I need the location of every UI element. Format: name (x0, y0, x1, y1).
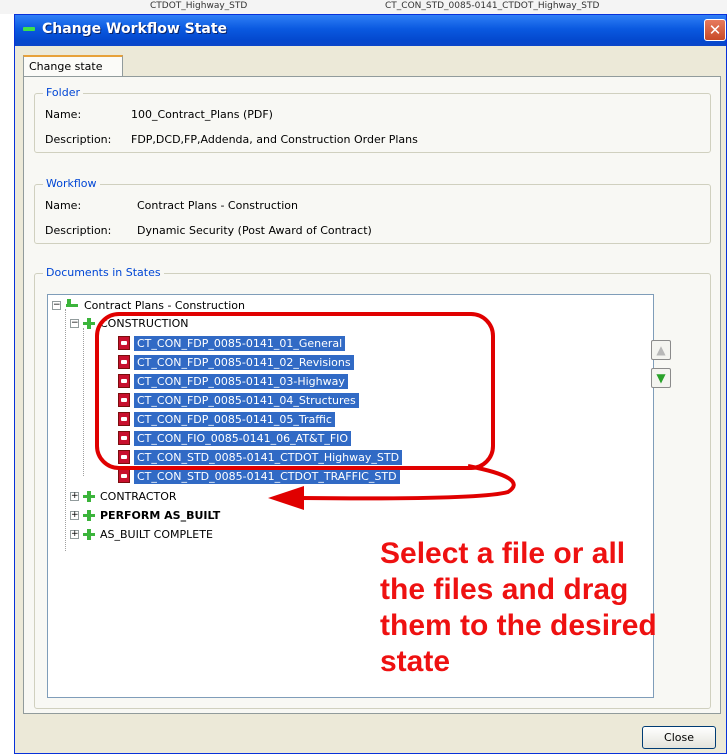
workflow-group-label: Workflow (43, 177, 100, 190)
tree-connector (65, 309, 66, 551)
document-label: CT_CON_STD_0085-0141_CTDOT_TRAFFIC_STD (134, 468, 400, 484)
move-up-button[interactable]: ▲ (651, 340, 671, 360)
tree-node-state-as-built-complete[interactable]: + AS_BUILT COMPLETE (70, 525, 213, 543)
folder-description-label: Description: (45, 133, 112, 146)
workflow-group: Workflow Name: Contract Plans - Construc… (34, 177, 711, 244)
folder-name-value: 100_Contract_Plans (PDF) (131, 108, 273, 121)
expand-icon[interactable]: + (70, 510, 79, 520)
dialog-title: Change Workflow State (42, 21, 228, 37)
documents-group-label: Documents in States (43, 266, 164, 279)
folder-group-label: Folder (43, 86, 83, 99)
selection-callout-outline (95, 312, 495, 470)
move-down-button[interactable]: ▼ (651, 368, 671, 388)
close-window-icon[interactable]: ✕ (704, 19, 726, 41)
folder-description-value: FDP,DCD,FP,Addenda, and Construction Ord… (131, 133, 418, 146)
instruction-line: state (380, 645, 451, 678)
workflow-description-label: Description: (45, 224, 112, 237)
title-bar[interactable]: Change Workflow State ✕ (15, 15, 726, 46)
collapse-icon[interactable]: − (52, 300, 61, 310)
instruction-line: Select a file or all (380, 537, 626, 570)
state-icon (83, 509, 95, 521)
folder-group: Folder Name: 100_Contract_Plans (PDF) De… (34, 86, 711, 153)
pdf-file-icon (118, 469, 130, 483)
instruction-annotation: Select a file or all the files and drag … (380, 536, 710, 680)
tab-change-state[interactable]: Change state (23, 55, 123, 77)
expand-icon[interactable]: + (70, 491, 79, 501)
workflow-app-icon (23, 27, 35, 31)
close-button[interactable]: Close (642, 726, 716, 749)
collapse-icon[interactable]: − (70, 318, 79, 328)
expand-icon[interactable]: + (70, 529, 79, 539)
tree-connector (83, 328, 84, 476)
state-node-label: CONTRACTOR (100, 489, 177, 503)
folder-name-label: Name: (45, 108, 82, 121)
workflow-icon (65, 299, 79, 311)
state-icon (83, 528, 95, 540)
state-node-label: PERFORM AS_BUILT (100, 508, 221, 522)
background-window-strip: CTDOT_Highway_STD CT_CON_STD_0085-0141_C… (0, 0, 727, 14)
state-icon (83, 317, 95, 329)
tree-node-state-contractor[interactable]: + CONTRACTOR (70, 487, 177, 505)
state-node-label: AS_BUILT COMPLETE (100, 527, 213, 541)
background-window-left-edge (0, 14, 14, 754)
workflow-node-label: Contract Plans - Construction (84, 298, 245, 312)
instruction-line: the files and drag (380, 573, 629, 606)
background-text: CTDOT_Highway_STD (150, 1, 248, 11)
instruction-line: them to the desired (380, 609, 657, 642)
workflow-name-value: Contract Plans - Construction (137, 199, 298, 212)
background-text: CT_CON_STD_0085-0141_CTDOT_Highway_STD (385, 1, 600, 11)
workflow-name-label: Name: (45, 199, 82, 212)
workflow-description-value: Dynamic Security (Post Award of Contract… (137, 224, 372, 237)
state-icon (83, 490, 95, 502)
tree-node-state-perform-as-built[interactable]: + PERFORM AS_BUILT (70, 506, 220, 524)
